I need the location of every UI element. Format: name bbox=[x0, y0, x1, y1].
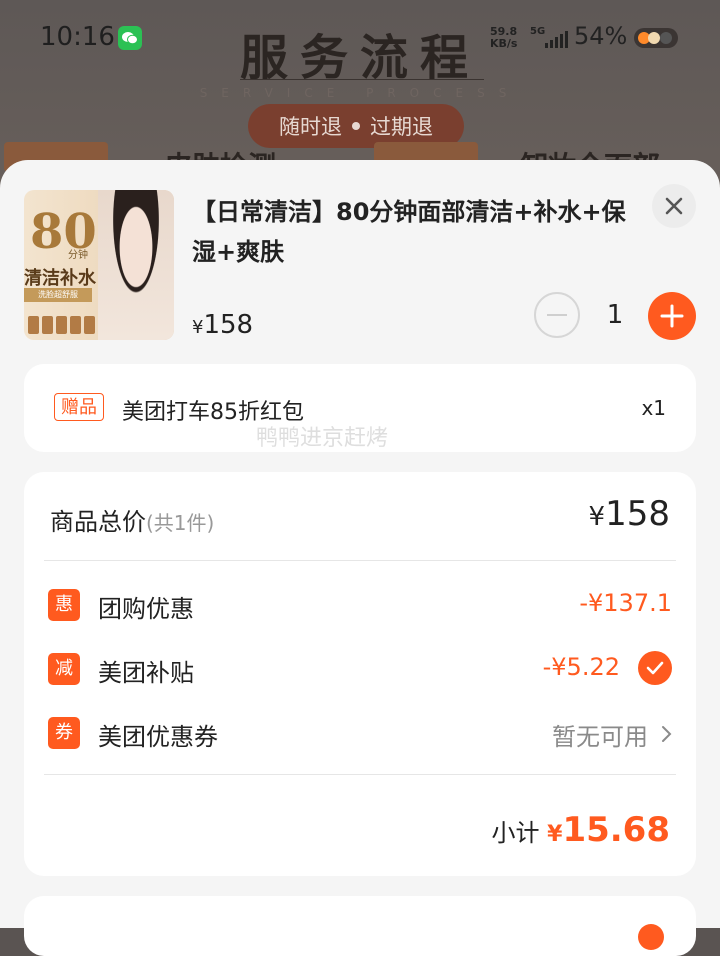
discount-row-group-buy: 惠 团购优惠 -¥137.1 bbox=[48, 585, 672, 625]
watermark: 鸭鸭进京赶烤 bbox=[256, 426, 389, 451]
image-label: 清洁补水 bbox=[24, 268, 96, 289]
subsidy-checkbox[interactable] bbox=[638, 651, 672, 685]
image-band: 洗脸超舒服 bbox=[24, 288, 92, 302]
price-value: 158 bbox=[203, 310, 254, 340]
network-speed: 59.8 KB/s bbox=[490, 26, 517, 50]
refund-expired-label: 过期退 bbox=[370, 115, 433, 139]
discount-value: -¥5.22 bbox=[542, 653, 620, 681]
close-icon bbox=[665, 197, 683, 215]
decrease-quantity-button[interactable] bbox=[534, 292, 580, 338]
network-speed-unit: KB/s bbox=[490, 37, 518, 50]
discount-badge: 券 bbox=[48, 717, 80, 749]
battery-percent: 54% bbox=[574, 22, 628, 50]
product-header: 80 分钟 清洁补水 洗脸超舒服 【日常清洁】80分钟面部清洁+补水+保湿+爽肤… bbox=[0, 160, 720, 360]
divider bbox=[44, 774, 676, 775]
discount-value: -¥137.1 bbox=[579, 589, 672, 617]
subtotal-label: 小计 bbox=[491, 819, 540, 847]
background-subtitle: SERVICE PROCESS bbox=[199, 86, 521, 100]
subtotal: 小计 ¥15.68 bbox=[492, 810, 671, 850]
order-sheet: 80 分钟 清洁补水 洗脸超舒服 【日常清洁】80分钟面部清洁+补水+保湿+爽肤… bbox=[0, 160, 720, 956]
total-label-text: 商品总价 bbox=[50, 508, 146, 536]
coupon-status: 暂无可用 bbox=[552, 723, 648, 751]
discount-label: 团购优惠 bbox=[98, 595, 194, 623]
product-title: 【日常清洁】80分钟面部清洁+补水+保湿+爽肤 bbox=[192, 198, 626, 266]
total-currency: ¥ bbox=[588, 502, 606, 532]
separator-dot bbox=[352, 122, 360, 130]
price-currency: ¥ bbox=[192, 317, 204, 338]
signal-bars-icon bbox=[545, 30, 568, 48]
coupon-row[interactable]: 券 美团优惠券 暂无可用 bbox=[48, 713, 672, 753]
coupon-label: 美团优惠券 bbox=[98, 723, 218, 751]
total-value: ¥158 bbox=[589, 494, 670, 534]
price-summary-card: 商品总价(共1件) ¥158 惠 团购优惠 -¥137.1 减 美团补贴 -¥5… bbox=[24, 472, 696, 876]
gift-badge: 赠品 bbox=[54, 393, 104, 421]
status-bar: 10:16 59.8 KB/s 5G 54% bbox=[0, 0, 720, 76]
discount-row-subsidy[interactable]: 减 美团补贴 -¥5.22 bbox=[48, 649, 672, 689]
checkmark-icon bbox=[646, 661, 664, 675]
divider bbox=[44, 560, 676, 561]
discount-label: 美团补贴 bbox=[98, 659, 194, 687]
gift-quantity: x1 bbox=[641, 396, 666, 420]
bottles-decoration bbox=[28, 316, 95, 334]
chevron-right-icon bbox=[662, 726, 672, 742]
next-card bbox=[24, 896, 696, 956]
subtotal-currency: ¥ bbox=[547, 822, 563, 847]
status-time: 10:16 bbox=[40, 22, 115, 52]
product-image: 80 分钟 清洁补水 洗脸超舒服 bbox=[24, 190, 174, 340]
battery-icon bbox=[634, 28, 678, 48]
signal-label: 5G bbox=[530, 26, 546, 37]
total-label: 商品总价(共1件) bbox=[50, 502, 214, 537]
total-amount: 158 bbox=[605, 494, 670, 534]
gift-card: 赠品 美团打车85折红包 x1 鸭鸭进京赶烤 bbox=[24, 364, 696, 452]
discount-badge: 惠 bbox=[48, 589, 80, 621]
background-divider bbox=[240, 79, 484, 80]
discount-badge: 减 bbox=[48, 653, 80, 685]
product-price: ¥158 bbox=[192, 310, 253, 340]
quantity-value: 1 bbox=[606, 300, 624, 330]
image-unit: 分钟 bbox=[68, 250, 88, 261]
increase-quantity-button[interactable] bbox=[648, 292, 696, 340]
refund-anytime-label: 随时退 bbox=[279, 115, 342, 139]
close-button[interactable] bbox=[652, 184, 696, 228]
subtotal-value: 15.68 bbox=[562, 810, 670, 850]
plus-icon bbox=[660, 304, 684, 328]
wechat-icon bbox=[118, 26, 142, 50]
minus-icon bbox=[547, 314, 567, 316]
total-count: (共1件) bbox=[146, 511, 215, 535]
model-photo bbox=[98, 190, 174, 340]
